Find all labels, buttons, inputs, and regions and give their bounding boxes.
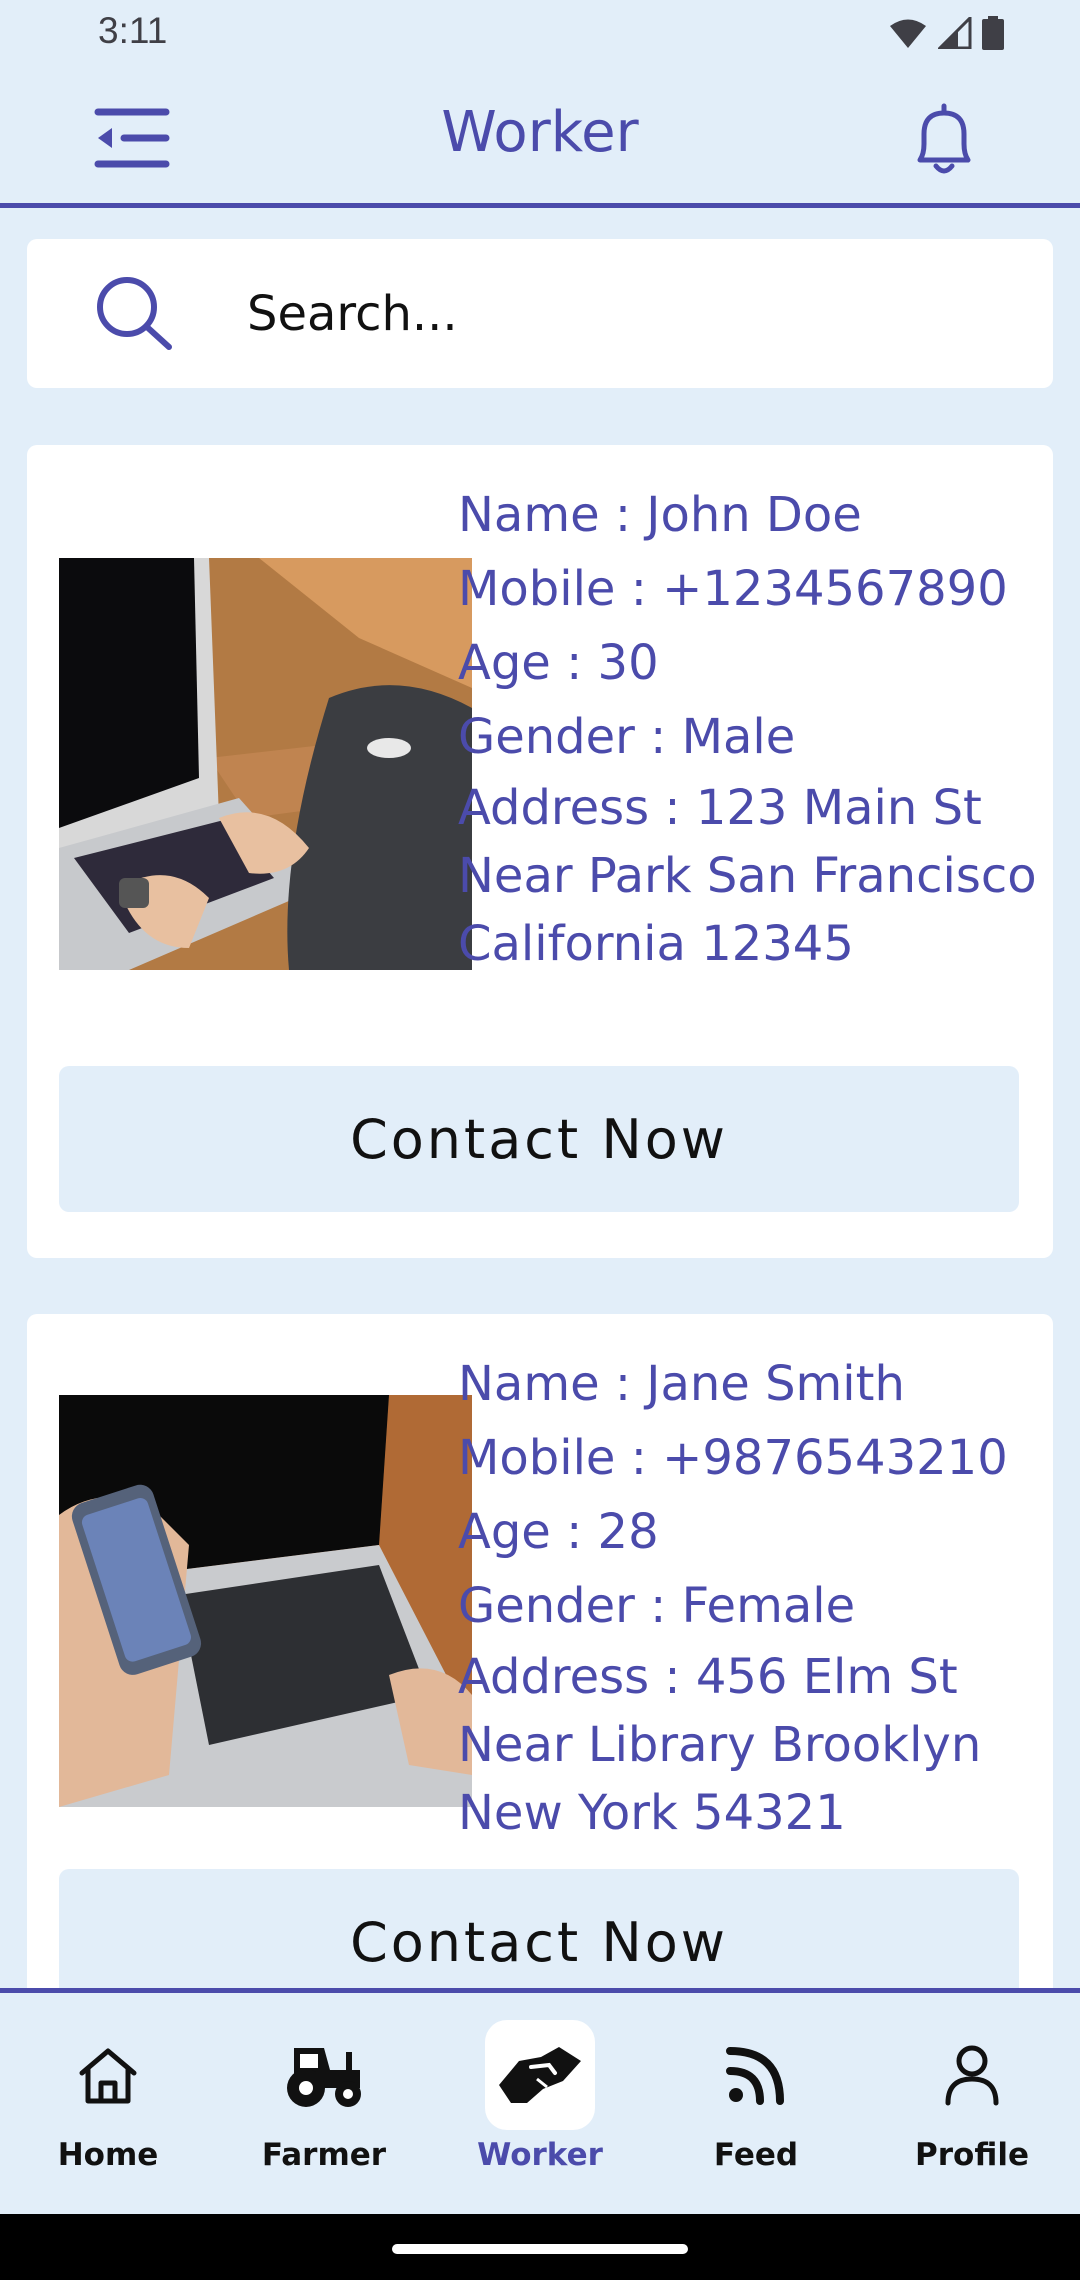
worker-mobile: Mobile : +1234567890 [458, 561, 1008, 617]
nav-item-feed[interactable]: Feed [648, 1993, 864, 2214]
worker-name: Name : Jane Smith [458, 1356, 905, 1412]
worker-age: Age : 28 [458, 1504, 659, 1560]
contact-now-button[interactable]: Contact Now [59, 1066, 1019, 1212]
worker-card: Name : John Doe Mobile : +1234567890 Age… [27, 445, 1053, 1258]
nav-label: Farmer [261, 2137, 387, 2173]
bell-icon [917, 103, 971, 174]
tractor-icon [287, 2048, 361, 2107]
worker-address: Address : 456 Elm St Near Library Brookl… [458, 1649, 982, 1841]
worker-gender: Gender : Male [458, 709, 796, 765]
nav-item-home[interactable]: Home [0, 1993, 216, 2214]
nav-item-worker[interactable]: Worker [432, 1993, 648, 2214]
page-title: Worker [441, 100, 639, 165]
status-icons [888, 16, 1004, 50]
nav-label: Home [57, 2137, 159, 2173]
home-gesture-handle[interactable] [392, 2244, 688, 2254]
status-time: 3:11 [98, 10, 168, 51]
nav-label: Worker [477, 2137, 603, 2173]
nav-item-farmer[interactable]: Farmer [216, 1993, 432, 2214]
nav-label: Profile [915, 2137, 1029, 2173]
menu-collapse-icon [94, 108, 170, 168]
battery-icon [982, 16, 1004, 50]
worker-card: Name : Jane Smith Mobile : +9876543210 A… [27, 1314, 1053, 2014]
home-icon [79, 2048, 137, 2104]
status-bar: 3:11 [0, 0, 1080, 70]
worker-mobile: Mobile : +9876543210 [458, 1430, 1008, 1486]
bottom-navigation: Home Farmer Worker Feed Profile [0, 1988, 1080, 2214]
worker-gender: Gender : Female [458, 1578, 856, 1634]
worker-age: Age : 30 [458, 635, 659, 691]
cellular-signal-icon [938, 17, 972, 49]
nav-label: Feed [713, 2137, 799, 2173]
worker-info: Name : Jane Smith Mobile : +9876543210 A… [458, 1347, 1038, 1847]
menu-button[interactable] [92, 103, 172, 173]
app-bar: Worker [0, 70, 1080, 208]
search-input[interactable] [245, 273, 1009, 355]
nav-item-profile[interactable]: Profile [864, 1993, 1080, 2214]
rss-icon [726, 2047, 784, 2105]
worker-photo [59, 558, 472, 970]
worker-address: Address : 123 Main St Near Park San Fran… [458, 780, 1037, 972]
search-bar [27, 239, 1053, 388]
handshake-icon [499, 2047, 581, 2103]
search-icon[interactable] [95, 275, 177, 351]
user-icon [945, 2045, 999, 2106]
worker-photo [59, 1395, 472, 1807]
worker-name: Name : John Doe [458, 487, 862, 543]
notifications-button[interactable] [904, 98, 984, 182]
wifi-icon [890, 19, 926, 48]
worker-info: Name : John Doe Mobile : +1234567890 Age… [458, 478, 1038, 978]
